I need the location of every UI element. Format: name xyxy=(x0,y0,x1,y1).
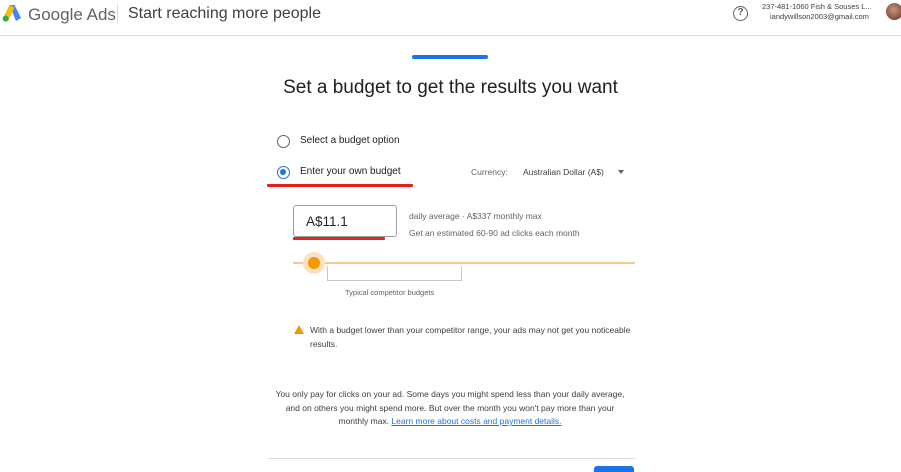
google-ads-logo-icon[interactable] xyxy=(2,4,22,22)
header-divider xyxy=(117,4,118,24)
currency-label: Currency: xyxy=(471,167,508,177)
warning-icon xyxy=(294,325,304,334)
page-title: Start reaching more people xyxy=(128,5,321,22)
main-heading: Set a budget to get the results you want xyxy=(283,77,618,98)
chevron-down-icon[interactable] xyxy=(618,170,624,174)
account-name[interactable]: 237-481-1060 Fish & Souses L... xyxy=(762,2,872,11)
next-button[interactable] xyxy=(594,466,634,472)
budget-amount-input[interactable]: A$11.1 xyxy=(293,205,397,237)
brand-name: Google Ads xyxy=(28,5,116,24)
daily-average-summary: daily average · A$337 monthly max xyxy=(409,211,542,221)
step-progress-bar xyxy=(412,55,488,59)
budget-slider-track[interactable] xyxy=(293,262,635,264)
radio-enter-own-budget[interactable] xyxy=(277,166,290,179)
account-email[interactable]: iandywillson2003@gmail.com xyxy=(770,12,869,21)
radio-select-budget-option[interactable] xyxy=(277,135,290,148)
enter-own-budget-label[interactable]: Enter your own budget xyxy=(300,166,401,177)
footer-divider xyxy=(268,458,635,459)
select-budget-option-label[interactable]: Select a budget option xyxy=(300,135,400,146)
top-bar: Google Ads Start reaching more people ? … xyxy=(0,0,901,36)
budget-slider-thumb[interactable] xyxy=(308,257,320,269)
annotation-underline-amount xyxy=(293,237,385,240)
low-budget-warning: With a budget lower than your competitor… xyxy=(310,325,631,349)
learn-more-link[interactable]: Learn more about costs and payment detai… xyxy=(391,416,561,426)
annotation-underline-option xyxy=(267,184,413,187)
competitor-budget-label: Typical competitor budgets xyxy=(345,288,435,297)
payment-note: You only pay for clicks on your ad. Some… xyxy=(273,388,627,429)
avatar[interactable] xyxy=(886,3,901,20)
estimated-clicks: Get an estimated 60-90 ad clicks each mo… xyxy=(409,228,580,238)
help-circle-icon[interactable]: ? xyxy=(733,6,748,21)
competitor-range-bracket xyxy=(327,266,462,281)
currency-select[interactable]: Australian Dollar (A$) xyxy=(523,167,604,177)
budget-amount-value: A$11.1 xyxy=(306,213,348,229)
